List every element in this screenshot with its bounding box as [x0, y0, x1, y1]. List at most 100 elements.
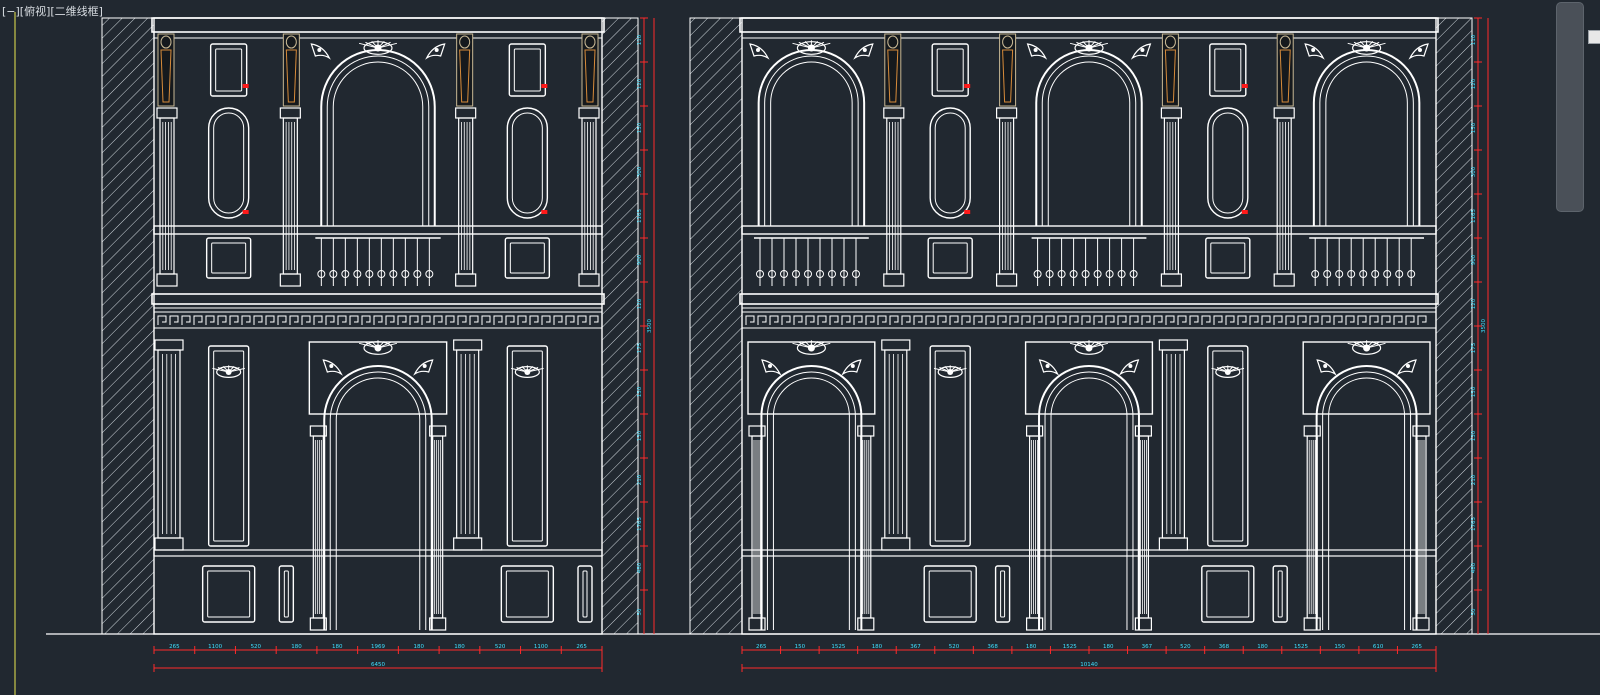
- caryatid-statue: [999, 33, 1017, 107]
- side-dim-label: 480: [1471, 562, 1477, 573]
- side-dim-label: 150: [637, 386, 643, 397]
- pilaster: [1412, 425, 1430, 631]
- red-marker: [1241, 84, 1248, 88]
- balcony-rail: [153, 225, 603, 235]
- ornate-wall-panel: [506, 345, 549, 547]
- bottom-dim-label: 367: [1142, 644, 1153, 650]
- upper-arch: [1319, 56, 1414, 226]
- lower-arch-opening: [766, 371, 856, 630]
- side-dim-label: 1165: [1471, 209, 1477, 223]
- side-dim-label: 50: [637, 608, 643, 615]
- upper-arch: [326, 55, 430, 226]
- red-marker: [964, 84, 971, 88]
- hatched-wall-right: [1435, 17, 1473, 635]
- corinthian-column: [453, 339, 483, 551]
- side-dim-label: 130: [637, 430, 643, 441]
- wainscot-panel: [201, 565, 256, 623]
- spandrel-ornament: [1396, 359, 1417, 376]
- bottom-dim-label: 520: [495, 644, 506, 650]
- upper-arch: [757, 49, 866, 226]
- total-width-label: 10140: [1080, 662, 1098, 668]
- side-dim-label: 175: [637, 342, 643, 353]
- upper-arch: [1325, 62, 1408, 226]
- red-marker: [1241, 210, 1248, 214]
- upper-column: [279, 107, 301, 287]
- lower-arch-opening: [1328, 377, 1406, 630]
- bottom-dim-label: 180: [1103, 644, 1114, 650]
- total-height-label: 3500: [647, 319, 653, 333]
- side-dim-label: 130: [1471, 430, 1477, 441]
- bottom-dim-label: 1100: [534, 644, 548, 650]
- total-width-label: 6450: [371, 662, 385, 668]
- panel-ornament: [212, 365, 245, 379]
- caryatid-statue: [157, 33, 175, 107]
- pilaster: [857, 425, 875, 631]
- total-height-label: 3500: [1481, 319, 1487, 333]
- upper-panel: [931, 43, 969, 97]
- tall-arched-panel: [207, 107, 250, 219]
- bottom-dim-label: 180: [332, 644, 343, 650]
- viewcube-icon[interactable]: [1588, 30, 1600, 44]
- pilaster: [1303, 425, 1321, 631]
- spandrel-ornament: [1038, 359, 1060, 376]
- lower-arch-opening: [1322, 371, 1412, 630]
- corinthian-column: [1158, 339, 1189, 551]
- lower-arch-opening: [760, 365, 863, 630]
- bottom-dim-label: 520: [251, 644, 262, 650]
- wainscot-panel: [500, 565, 555, 623]
- side-dim-label: 1165: [637, 209, 643, 223]
- greek-key-band: [153, 311, 603, 329]
- side-dim-label: 1765: [637, 517, 643, 531]
- upper-arch: [332, 61, 424, 226]
- bottom-dim-label: 150: [795, 644, 806, 650]
- corner-ornament: [425, 43, 446, 60]
- right-elevation-drawing: 110 120 150 300 1165 900 120 175 150 130 210 1765 48…: [689, 17, 1489, 672]
- viewport-controls-label[interactable]: [−][俯视][二维线框]: [2, 3, 103, 19]
- wainscot-narrow-panel: [278, 565, 295, 623]
- balustrade: [1031, 237, 1147, 286]
- upper-arch: [770, 61, 853, 226]
- balcony-panel: [1205, 237, 1251, 279]
- spandrel-ornament: [761, 359, 782, 376]
- upper-column: [1273, 107, 1295, 287]
- mid-cornice: [151, 293, 605, 305]
- bottom-dim-label: 265: [576, 644, 587, 650]
- balcony-panel: [927, 237, 973, 279]
- drawing-canvas[interactable]: 110 120 150 300 1165 900 120 175 150 130 210 1765 48…: [0, 0, 1600, 695]
- elevation-frame: [741, 17, 1437, 635]
- corner-ornament: [853, 43, 874, 60]
- bottom-dim-label: 265: [1411, 644, 1422, 650]
- bottom-dim-label: 180: [1026, 644, 1037, 650]
- upper-column: [1160, 107, 1183, 287]
- lower-arch-opening: [323, 365, 433, 630]
- lower-arch-opening: [1315, 365, 1418, 630]
- dado-rail: [741, 549, 1437, 557]
- hatched-wall-right: [601, 17, 639, 635]
- bottom-dim-label: 367: [910, 644, 921, 650]
- corner-ornament: [1304, 43, 1325, 60]
- scroll-thumb[interactable]: [1556, 2, 1584, 212]
- wainscot-narrow-panel: [994, 565, 1011, 623]
- bottom-dim-label: 1969: [371, 644, 385, 650]
- side-dim-label: 210: [1471, 474, 1477, 485]
- caryatid-statue: [1161, 33, 1179, 107]
- bottom-dim-label: 368: [1219, 644, 1230, 650]
- lower-arch-opening: [1038, 365, 1140, 630]
- upper-arch: [1047, 62, 1131, 226]
- balustrade: [754, 237, 869, 286]
- bottom-dim-label: 1525: [831, 644, 845, 650]
- corinthian-column: [881, 339, 911, 551]
- left-elevation-drawing: 110 120 150 300 1165 900 120 175 150 130 210 1765 48…: [101, 17, 655, 672]
- bottom-dim-label: 180: [872, 644, 883, 650]
- red-marker: [242, 210, 249, 214]
- elevation-frame: [153, 17, 603, 635]
- corner-ornament: [1130, 43, 1152, 60]
- spandrel-ornament: [1316, 359, 1337, 376]
- tall-arched-panel: [929, 107, 971, 219]
- upper-panel: [209, 43, 248, 97]
- balcony-panel: [504, 237, 551, 279]
- corner-ornament: [749, 43, 770, 60]
- side-dim-label: 300: [1471, 166, 1477, 177]
- panel-ornament: [511, 365, 544, 379]
- side-dim-label: 110: [1471, 34, 1477, 45]
